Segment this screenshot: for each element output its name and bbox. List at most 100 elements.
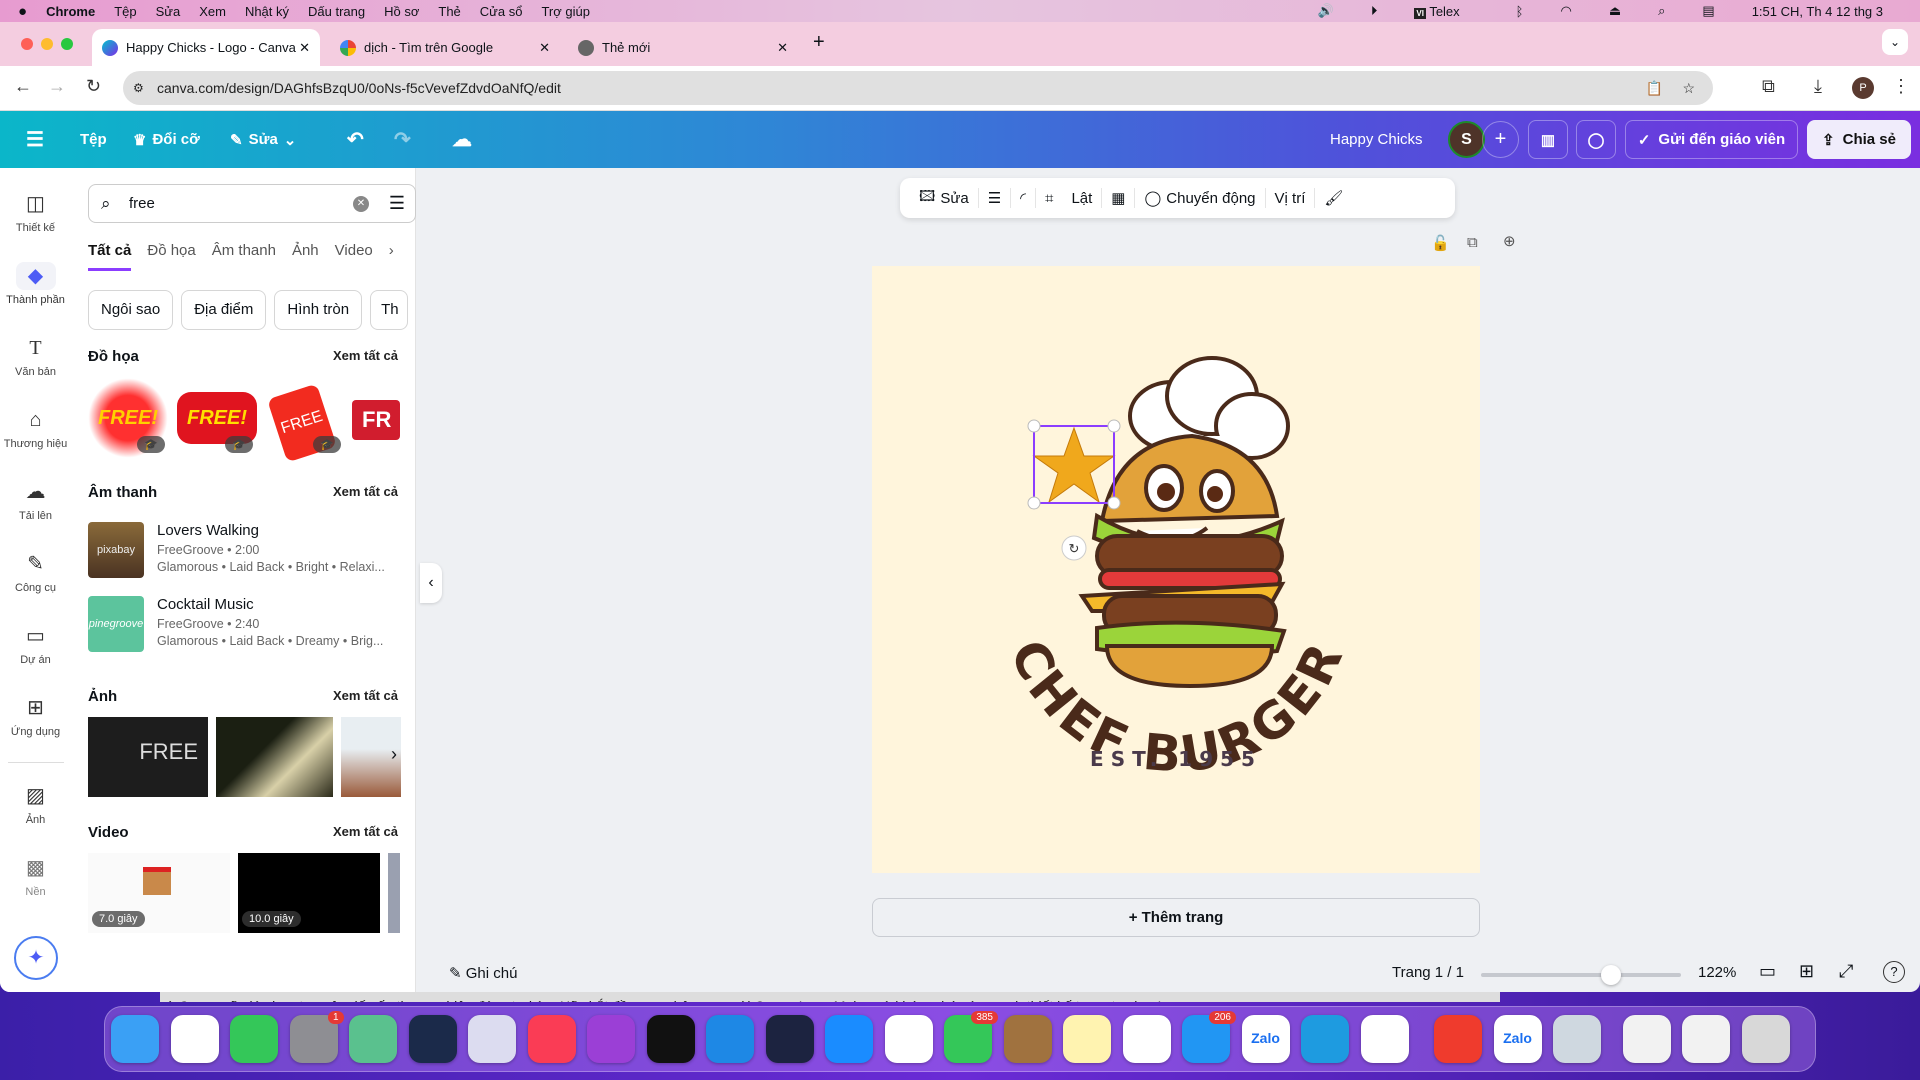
transparency-button[interactable]: ▦ xyxy=(1102,188,1136,208)
help-icon[interactable]: ? xyxy=(1883,961,1905,983)
rail-item-background[interactable]: ▩ Nền xyxy=(0,854,71,898)
page-indicator[interactable]: Trang 1 / 1 xyxy=(1392,964,1464,981)
tab-google[interactable]: dịch - Tìm trên Google ✕ xyxy=(330,29,560,66)
dock-app-document[interactable] xyxy=(1622,1015,1671,1063)
zoom-slider-thumb[interactable] xyxy=(1601,965,1621,985)
rail-item-elements[interactable]: ◆ Thành phần xyxy=(0,262,71,306)
menu-file[interactable]: Tệp xyxy=(114,4,136,19)
position-button[interactable]: Vị trí xyxy=(1266,188,1316,208)
rail-item-photos[interactable]: ▨ Ảnh xyxy=(0,782,71,826)
dock-app-notes[interactable] xyxy=(1063,1015,1111,1063)
video-thumbnail[interactable] xyxy=(388,853,400,933)
duplicate-page-icon[interactable]: ⧉ xyxy=(1467,234,1478,251)
tab-graphics[interactable]: Đồ họa xyxy=(147,242,195,271)
add-page-button[interactable]: + Thêm trang xyxy=(872,898,1480,937)
graphic-thumbnail[interactable]: FR xyxy=(352,400,400,440)
download-icon[interactable]: ⤓ xyxy=(1814,76,1822,97)
close-tab-icon[interactable]: ✕ xyxy=(299,40,310,56)
add-page-icon[interactable]: ⊕ xyxy=(1503,232,1516,250)
dock-app-photos[interactable] xyxy=(884,1015,933,1063)
star-element[interactable] xyxy=(1032,426,1116,504)
dock-app-messages[interactable]: 385 xyxy=(944,1011,998,1063)
dock-app-launchpad[interactable] xyxy=(468,1015,516,1063)
minimize-window-button[interactable] xyxy=(41,38,53,50)
menu-help[interactable]: Trợ giúp xyxy=(541,4,590,19)
see-all-link[interactable]: Xem tất cả xyxy=(333,824,398,841)
user-avatar[interactable]: S xyxy=(1448,121,1485,158)
tabs-next-icon[interactable]: › xyxy=(389,242,394,271)
rail-item-design[interactable]: ◫ Thiết kế xyxy=(0,190,71,234)
forward-button[interactable]: → xyxy=(48,76,66,97)
dock-app-mail[interactable]: 206 xyxy=(1182,1011,1236,1063)
grid-view-icon[interactable]: ⊞ xyxy=(1799,961,1814,982)
resize-handle[interactable] xyxy=(1027,419,1041,433)
menu-history[interactable]: Nhật ký xyxy=(245,4,289,19)
dock-app-system-settings[interactable]: 1 xyxy=(289,1011,344,1063)
control-center-icon[interactable]: ▤ xyxy=(1702,3,1714,19)
close-tab-icon[interactable]: ✕ xyxy=(777,40,788,56)
chip-more[interactable]: Th xyxy=(370,290,409,330)
bookmark-star-icon[interactable]: ☆ xyxy=(1682,71,1695,105)
menu-app[interactable]: Chrome xyxy=(46,4,95,19)
tab-photos[interactable]: Ảnh xyxy=(292,242,319,271)
edit-image-button[interactable]: 🖾 Sửa xyxy=(910,188,979,208)
send-to-teacher-button[interactable]: ✓ Gửi đến giáo viên xyxy=(1625,120,1798,159)
reload-button[interactable]: ↻ xyxy=(86,76,101,97)
border-style-button[interactable]: ☰ xyxy=(979,188,1012,208)
video-thumbnail[interactable]: 7.0 giây xyxy=(88,853,230,933)
clear-search-icon[interactable]: ✕ xyxy=(353,196,369,212)
dock-app-preview[interactable] xyxy=(1553,1015,1601,1063)
menu-profiles[interactable]: Hồ sơ xyxy=(384,4,419,19)
address-bar[interactable]: ⚙ canva.com/design/DAGhfsBzqU0/0oNs-f5cV… xyxy=(123,71,1713,105)
dock-app-document[interactable] xyxy=(1682,1015,1730,1063)
audio-item[interactable]: pinegroove Cocktail Music FreeGroove • 2… xyxy=(88,596,408,652)
dock-app-chrome[interactable] xyxy=(170,1015,219,1063)
dock-app-podcasts[interactable] xyxy=(587,1015,635,1063)
photo-thumbnail[interactable] xyxy=(216,717,333,797)
eject-icon[interactable]: ⏏ xyxy=(1609,3,1621,19)
menu-view[interactable]: Xem xyxy=(199,4,226,19)
dock-app-finder[interactable] xyxy=(111,1015,159,1063)
crop-button[interactable]: ⌗ xyxy=(1036,188,1062,208)
cloud-saved-icon[interactable]: ☁ xyxy=(452,111,472,168)
animate-button[interactable]: ◯ Chuyển động xyxy=(1135,188,1266,208)
menu-tab[interactable]: Thẻ xyxy=(438,4,460,19)
tab-new[interactable]: Thẻ mới ✕ xyxy=(568,29,798,66)
resize-handle[interactable] xyxy=(1107,496,1121,510)
close-window-button[interactable] xyxy=(21,38,33,50)
dock-app-anydesk[interactable] xyxy=(1434,1015,1482,1063)
rail-item-brand[interactable]: ⌂ Thương hiệu xyxy=(0,406,71,450)
rail-item-uploads[interactable]: ☁ Tải lên xyxy=(0,478,71,522)
menu-window[interactable]: Cửa sổ xyxy=(480,4,523,19)
share-button[interactable]: ⇪ Chia sẻ xyxy=(1807,120,1911,159)
dock-app-maps[interactable] xyxy=(349,1015,397,1063)
tab-all[interactable]: Tất cả xyxy=(88,242,132,271)
photos-next-icon[interactable]: › xyxy=(391,744,397,765)
chip-star[interactable]: Ngôi sao xyxy=(88,290,174,330)
dock-app-facetime[interactable] xyxy=(230,1015,278,1063)
menu-edit[interactable]: Sửa xyxy=(156,4,181,19)
filter-icon[interactable]: ☰ xyxy=(389,185,405,222)
chip-circle[interactable]: Hình tròn xyxy=(274,290,363,330)
tab-canva[interactable]: Happy Chicks - Logo - Canva ✕ xyxy=(92,29,320,66)
fullscreen-icon[interactable]: ⤢ xyxy=(1839,961,1853,982)
menu-hamburger-icon[interactable]: ☰ xyxy=(26,111,44,168)
rail-item-apps[interactable]: ⊞ Ứng dụng xyxy=(0,694,71,738)
page-view-icon[interactable]: ▭ xyxy=(1759,961,1776,982)
clock[interactable]: 1:51 CH, Th 4 12 thg 3 xyxy=(1752,4,1883,19)
copy-style-button[interactable]: 🖌 xyxy=(1315,188,1352,208)
clipboard-icon[interactable]: 📋 xyxy=(1646,71,1663,105)
dock-app-skype[interactable] xyxy=(1301,1015,1349,1063)
photo-thumbnail[interactable]: FREE xyxy=(88,717,208,797)
profile-avatar[interactable]: P xyxy=(1852,77,1874,99)
site-info-icon[interactable]: ⚙ xyxy=(133,71,144,105)
notes-button[interactable]: ✎ Ghi chú xyxy=(449,964,517,982)
dock-app-affinity[interactable] xyxy=(765,1015,814,1063)
see-all-link[interactable]: Xem tất cả xyxy=(333,348,398,365)
comments-button[interactable]: ◯ xyxy=(1576,120,1616,159)
insights-button[interactable]: ▥ xyxy=(1528,120,1568,159)
dock-app-app-store[interactable] xyxy=(825,1015,873,1063)
resize-button[interactable]: ♛ Đổi cỡ xyxy=(133,111,200,168)
wifi-icon[interactable]: ◠ xyxy=(1560,3,1571,19)
bluetooth-icon[interactable]: ᛒ xyxy=(1516,4,1524,19)
